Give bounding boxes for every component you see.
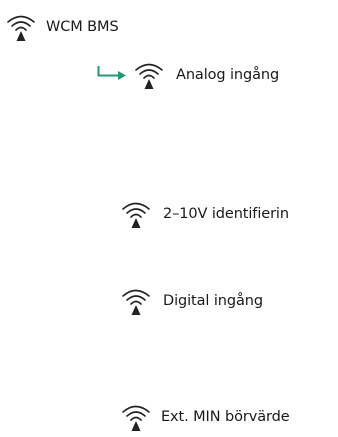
menu-item-label: Digital ingång [163, 293, 263, 309]
menu-item-label: Ext. MIN börvärde [161, 409, 290, 425]
return-arrow-icon [97, 65, 127, 81]
menu-root-label: WCM BMS [46, 19, 119, 35]
wireless-signal-icon [119, 286, 153, 316]
menu-item-digital-input[interactable]: Digital ingång [119, 286, 263, 316]
wireless-signal-icon [4, 12, 38, 42]
menu-item-label: Analog ingång [176, 67, 280, 83]
menu-item-label: 2–10V identifierin [163, 206, 289, 222]
menu-item-analog-input[interactable]: Analog ingång [132, 60, 279, 90]
wireless-signal-icon [119, 402, 153, 432]
menu-root-item[interactable]: WCM BMS [4, 12, 119, 42]
wireless-signal-icon [132, 60, 166, 90]
wireless-signal-icon [119, 199, 153, 229]
menu-item-ext-min-setpoint[interactable]: Ext. MIN börvärde [119, 402, 290, 432]
menu-item-2-10v-identification[interactable]: 2–10V identifierin [119, 199, 289, 229]
